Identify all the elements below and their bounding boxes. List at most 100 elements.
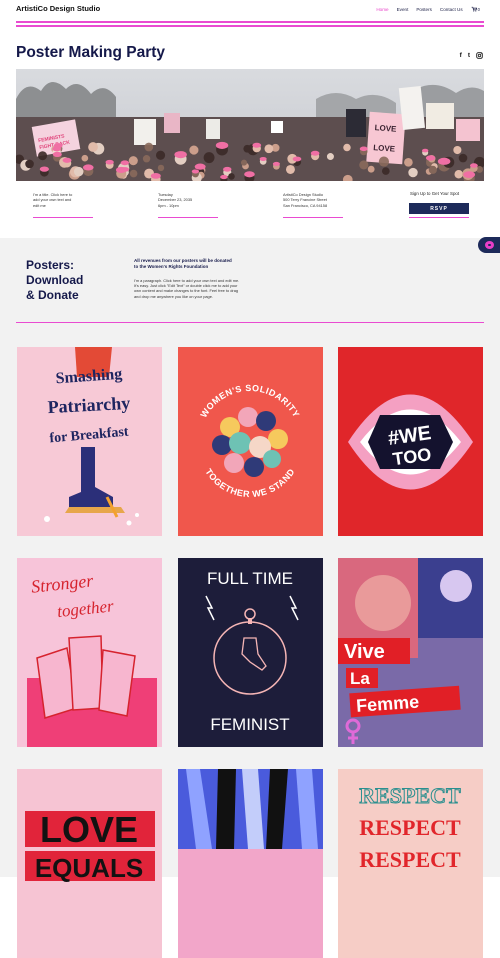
crowd-hat bbox=[220, 174, 228, 180]
crowd-head bbox=[243, 144, 252, 153]
crowd-hat bbox=[82, 164, 94, 171]
nav-contact-us[interactable]: Contact Us bbox=[440, 7, 463, 12]
crowd-hat bbox=[259, 156, 267, 161]
site-brand[interactable]: ArtistiCo Design Studio bbox=[16, 4, 100, 13]
divider bbox=[16, 322, 484, 324]
crowd-hat bbox=[215, 141, 229, 149]
poster-gallery: Smashing Patriarchy for Breakfast WOMEN'… bbox=[0, 341, 500, 958]
event-time: 6pm - 10pm bbox=[158, 202, 179, 208]
svg-text:LOVE: LOVE bbox=[374, 123, 397, 134]
crowd-hat bbox=[359, 146, 368, 152]
donate-section: Posters: Download & Donate All revenues … bbox=[0, 238, 500, 341]
crowd-hat bbox=[252, 142, 262, 148]
poster-stronger-together[interactable]: Stronger together bbox=[17, 558, 162, 747]
hero-crowd-photo: FEMINISTS FIGHT BACK LOVE LOVE bbox=[16, 69, 484, 181]
poster-full-time-feminist[interactable]: FULL TIME FEMINIST bbox=[178, 558, 323, 747]
chat-icon bbox=[484, 241, 494, 249]
poster-text: LOVE bbox=[40, 809, 138, 850]
crowd-head bbox=[408, 167, 418, 178]
crowd-head bbox=[38, 151, 48, 161]
poster-abstract[interactable] bbox=[178, 769, 323, 958]
cart-button[interactable]: 0 bbox=[471, 6, 480, 12]
info-underline bbox=[33, 217, 93, 219]
crowd-head bbox=[378, 156, 390, 167]
info-date-block: Tuesday December 23, 2035 6pm - 10pm bbox=[158, 192, 218, 219]
crowd-head bbox=[25, 159, 34, 169]
crowd-head bbox=[129, 169, 138, 178]
crowd-head bbox=[453, 145, 462, 155]
crowd-hat bbox=[62, 157, 72, 163]
donate-heading-line: & Donate bbox=[26, 288, 79, 302]
crowd-hat bbox=[437, 157, 451, 165]
crowd-hat bbox=[150, 173, 161, 179]
crowd-hat bbox=[310, 150, 320, 156]
crowd-hat bbox=[272, 161, 280, 166]
crowd-hat bbox=[194, 163, 206, 170]
venue-street: 500 Terry Francine Street bbox=[283, 197, 327, 203]
facebook-icon[interactable]: f bbox=[460, 52, 462, 59]
donate-heading-line: Download bbox=[26, 273, 84, 287]
poster-vive-la-femme[interactable]: Vive La Femme bbox=[338, 558, 483, 747]
poster-text: RESPECT bbox=[359, 815, 461, 840]
poster-we-too[interactable]: #WE TOO bbox=[338, 347, 483, 536]
poster-text: RESPECT bbox=[359, 847, 461, 872]
site-header: ArtistiCo Design Studio Home Event Poste… bbox=[0, 0, 500, 20]
divider bbox=[16, 25, 484, 27]
poster-text: RESPECT bbox=[359, 783, 461, 808]
crowd-head bbox=[458, 153, 468, 163]
instagram-icon[interactable] bbox=[476, 52, 483, 59]
rsvp-underline bbox=[409, 217, 469, 219]
info-underline bbox=[158, 217, 218, 219]
poster-text: La bbox=[350, 669, 370, 688]
crowd-head bbox=[404, 158, 413, 167]
chat-button[interactable] bbox=[478, 237, 500, 253]
poster-smashing-patriarchy[interactable]: Smashing Patriarchy for Breakfast bbox=[17, 347, 162, 536]
svg-text:LOVE: LOVE bbox=[373, 143, 396, 154]
cart-count: 0 bbox=[477, 6, 480, 12]
social-bar: f t bbox=[460, 52, 483, 59]
crowd-hat bbox=[223, 166, 232, 172]
cart-icon bbox=[471, 6, 477, 12]
crowd-head bbox=[359, 160, 369, 170]
crowd-hat bbox=[422, 148, 429, 153]
nav-home[interactable]: Home bbox=[376, 7, 388, 12]
crowd-head bbox=[428, 165, 437, 174]
crowd-head bbox=[128, 156, 138, 166]
nav-posters[interactable]: Posters bbox=[416, 7, 432, 12]
poster-text: EQUALS bbox=[35, 853, 143, 883]
crowd-hat bbox=[469, 163, 478, 168]
nav-event[interactable]: Event bbox=[397, 7, 409, 12]
crowd-head bbox=[285, 164, 295, 174]
crowd-head bbox=[144, 142, 154, 152]
crowd-head bbox=[88, 142, 98, 152]
rsvp-button[interactable]: RSVP bbox=[409, 203, 469, 214]
info-address-block: ArtistiCo Design Studio 500 Terry Franci… bbox=[283, 192, 343, 219]
crowd-head bbox=[367, 165, 375, 173]
poster-text: Vive bbox=[344, 641, 385, 663]
donate-lead-line: to the Women's Rights Foundation bbox=[134, 264, 209, 270]
donate-lead: All revenues from our posters will be do… bbox=[134, 258, 274, 271]
crowd-head bbox=[240, 159, 248, 166]
crowd-hat bbox=[115, 166, 127, 174]
crowd-hat bbox=[463, 171, 476, 178]
info-underline bbox=[283, 217, 343, 219]
crowd-hat bbox=[174, 151, 187, 159]
crowd-head bbox=[203, 152, 215, 164]
crowd-hat bbox=[425, 155, 436, 161]
poster-love-equals[interactable]: LOVE EQUALS bbox=[17, 769, 162, 958]
paragraph-line: and drop me anywhere you like on your pa… bbox=[134, 293, 213, 299]
event-date: December 23, 2035 bbox=[158, 197, 193, 203]
signup-label: Sign Up to Get Your Spot bbox=[410, 191, 460, 196]
crowd-hat bbox=[120, 160, 130, 166]
crowd-head bbox=[81, 154, 89, 162]
crowd-head bbox=[454, 170, 463, 179]
poster-text: FULL TIME bbox=[207, 569, 293, 588]
crowd-hat bbox=[39, 166, 49, 172]
divider bbox=[16, 21, 484, 23]
poster-text: FEMINIST bbox=[210, 715, 289, 734]
main-nav: Home Event Posters Contact Us 0 bbox=[376, 6, 480, 12]
poster-respect[interactable]: RESPECT RESPECT RESPECT bbox=[338, 769, 483, 958]
page-title: Poster Making Party bbox=[16, 44, 166, 61]
twitter-icon[interactable]: t bbox=[468, 52, 470, 59]
poster-womens-solidarity[interactable]: WOMEN'S SOLIDARITY TOGETHER WE STAND bbox=[178, 347, 323, 536]
